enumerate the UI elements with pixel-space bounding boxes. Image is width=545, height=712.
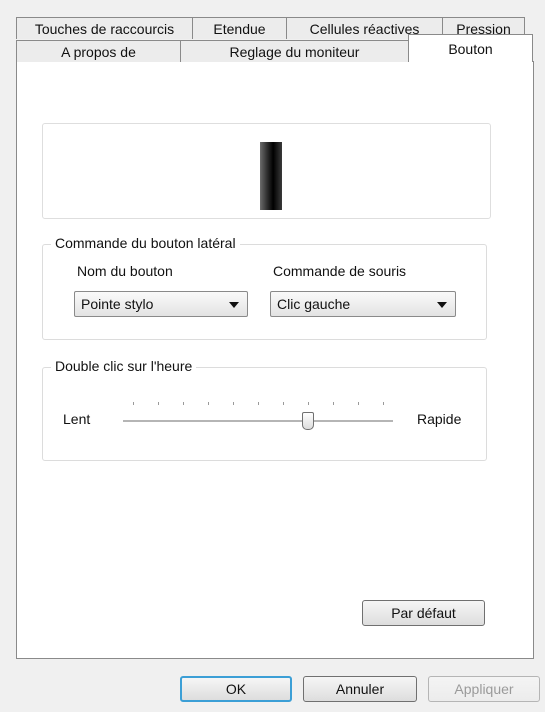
mouse-command-select-value: Clic gauche <box>277 296 351 312</box>
tab-reglage-du-moniteur[interactable]: Reglage du moniteur <box>180 40 409 62</box>
apply-button[interactable]: Appliquer <box>428 676 540 702</box>
tab-a-propos-de[interactable]: A propos de <box>16 40 181 62</box>
default-button[interactable]: Par défaut <box>362 600 485 626</box>
pen-side-button-image <box>260 142 282 210</box>
slider-tick <box>133 402 134 405</box>
button-name-select-value: Pointe stylo <box>81 296 154 312</box>
side-button-group-title: Commande du bouton latéral <box>51 235 240 251</box>
button-name-label: Nom du bouton <box>77 263 173 279</box>
slider-tick <box>233 402 234 405</box>
slider-thumb[interactable] <box>302 412 314 430</box>
slider-slow-label: Lent <box>63 411 91 427</box>
tab-bouton[interactable]: Bouton <box>408 34 533 62</box>
pen-preview <box>42 123 491 219</box>
ok-button[interactable]: OK <box>180 676 292 702</box>
slider-tick <box>183 402 184 405</box>
mouse-command-label: Commande de souris <box>273 263 407 279</box>
slider-tick <box>158 402 159 405</box>
slider-track <box>123 420 393 423</box>
double-click-speed-slider[interactable] <box>123 396 393 436</box>
mouse-command-select[interactable]: Clic gauche <box>270 291 456 317</box>
slider-tick <box>308 402 309 405</box>
tab-etendue[interactable]: Etendue <box>192 17 287 39</box>
slider-tick <box>208 402 209 405</box>
button-name-select[interactable]: Pointe stylo <box>74 291 248 317</box>
slider-fast-label: Rapide <box>417 411 462 427</box>
tab-row-front: A propos de Reglage du moniteur Bouton <box>16 34 533 62</box>
tab-touches-de-raccourcis[interactable]: Touches de raccourcis <box>16 17 193 39</box>
slider-tick <box>383 402 384 405</box>
side-button-group: Commande du bouton latéral Nom du bouton… <box>42 235 487 340</box>
tab-panel-bouton: Commande du bouton latéral Nom du bouton… <box>16 61 534 659</box>
double-click-group-title: Double clic sur l'heure <box>51 358 197 374</box>
slider-tick <box>283 402 284 405</box>
slider-tick <box>258 402 259 405</box>
double-click-group: Double clic sur l'heure Lent Rapide <box>42 358 487 461</box>
chevron-down-icon <box>229 302 239 308</box>
cancel-button[interactable]: Annuler <box>303 676 417 702</box>
slider-tick <box>333 402 334 405</box>
chevron-down-icon <box>437 302 447 308</box>
slider-tick <box>358 402 359 405</box>
